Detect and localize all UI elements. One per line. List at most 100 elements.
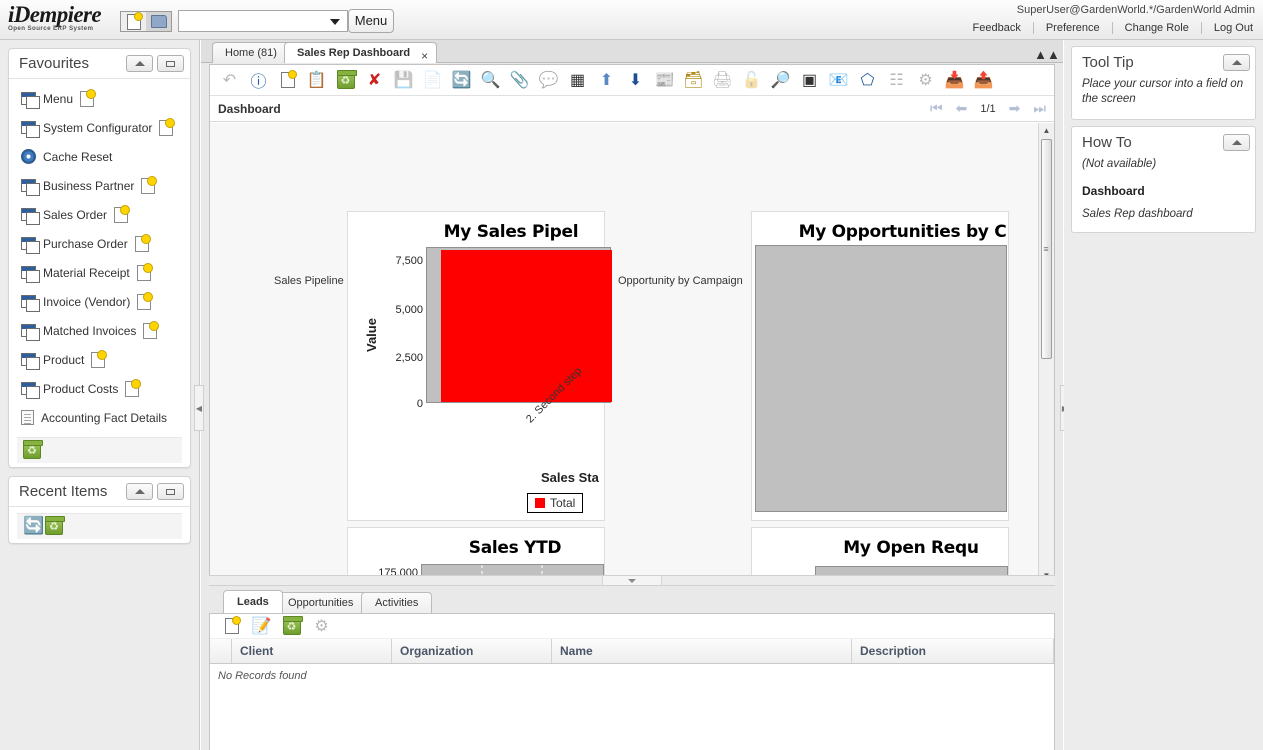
sales-pipeline-side-note: Sales Pipeline (274, 275, 344, 287)
vertical-scroll-thumb[interactable]: ≡ (1041, 139, 1052, 359)
change-role-link[interactable]: Change Role (1113, 22, 1202, 34)
print-icon[interactable]: 🖨 (709, 67, 736, 94)
sidebar-item-invoice-vendor[interactable]: Invoice (Vendor) (9, 287, 190, 316)
chart-my-opportunities-by-campaign[interactable]: My Opportunities by C (751, 211, 1009, 521)
folder-toggle[interactable] (146, 12, 171, 31)
refresh-icon[interactable]: 🔄 (448, 67, 475, 94)
sidebar-item-system-configurator[interactable]: System Configurator (9, 113, 190, 142)
sidebar-item-business-partner[interactable]: Business Partner (9, 171, 190, 200)
dashboard-body: Sales Pipeline My Sales Pipel Value 7,50… (210, 123, 1054, 583)
note-icon (141, 178, 155, 194)
last-page-icon[interactable]: ⏭ (1033, 100, 1046, 117)
process-icon[interactable]: ▣ (796, 67, 823, 94)
user-info-label: SuperUser@GardenWorld.*/GardenWorld Admi… (1017, 4, 1255, 16)
find-icon[interactable]: 🔍 (477, 67, 504, 94)
howto-body: (Not available) Dashboard Sales Rep dash… (1072, 157, 1255, 232)
x-axis-label: Sales Sta (541, 470, 599, 485)
window-icon (21, 324, 36, 337)
chat-icon[interactable]: 💬 (535, 67, 562, 94)
favourites-collapse-button[interactable] (126, 55, 153, 72)
tooltip-collapse-button[interactable] (1223, 54, 1250, 71)
preference-gear-icon[interactable]: ⚙ (912, 67, 939, 94)
column-organization[interactable]: Organization (392, 639, 552, 663)
product-info-icon[interactable]: ⬠ (854, 67, 881, 94)
chart-my-sales-pipeline[interactable]: My Sales Pipel Value 7,500 5,000 2,500 0… (347, 211, 605, 521)
left-panel-collapse-handle[interactable]: ◀ (194, 385, 204, 431)
import-icon[interactable]: 📤 (970, 67, 997, 94)
recent-maximize-button[interactable] (157, 483, 184, 500)
splitter-handle[interactable] (602, 576, 662, 585)
legend-label: Total (550, 496, 575, 510)
trash-icon (45, 518, 63, 535)
attachment-icon[interactable]: 📎 (506, 67, 533, 94)
note-icon (159, 120, 173, 136)
sidebar-item-accounting-fact-details[interactable]: Accounting Fact Details (9, 403, 190, 432)
note-icon (91, 352, 105, 368)
save-create-icon[interactable]: 📄 (419, 67, 446, 94)
delete-selection-icon[interactable]: ✘ (361, 67, 388, 94)
first-page-icon[interactable]: ⏮ (930, 100, 943, 117)
export-icon[interactable]: 📥 (941, 67, 968, 94)
recent-items-list[interactable]: 🔄 (17, 513, 182, 539)
header-links: Feedback Preference Change Role Log Out (961, 22, 1255, 34)
previous-page-icon[interactable]: ⬅ (956, 100, 968, 117)
scroll-up-icon[interactable]: ▲ (1039, 123, 1054, 138)
request-icon[interactable]: 📧 (825, 67, 852, 94)
tab-leads[interactable]: Leads (223, 590, 283, 613)
save-icon[interactable]: 💾 (390, 67, 417, 94)
panel-splitter[interactable] (209, 575, 1055, 586)
archive-icon[interactable]: 🗃 (680, 67, 707, 94)
tab-sales-rep-dashboard[interactable]: Sales Rep Dashboard × (284, 42, 437, 63)
howto-collapse-button[interactable] (1223, 134, 1250, 151)
sidebar-item-purchase-order[interactable]: Purchase Order (9, 229, 190, 258)
zoom-across-icon[interactable]: 🔎 (767, 67, 794, 94)
new-lead-icon[interactable] (218, 613, 245, 640)
next-page-icon[interactable]: ➡ (1009, 100, 1021, 117)
column-description[interactable]: Description (852, 639, 1054, 663)
sidebar-item-matched-invoices[interactable]: Matched Invoices (9, 316, 190, 345)
header-icon-group[interactable] (120, 11, 172, 32)
sidebar-item-cache-reset[interactable]: Cache Reset (9, 142, 190, 171)
delete-lead-icon[interactable] (278, 613, 305, 640)
window-icon (21, 121, 36, 134)
tab-home[interactable]: Home (81) (212, 42, 290, 63)
detail-record-icon[interactable]: ⬇ (622, 67, 649, 94)
new-record-toggle[interactable] (121, 12, 146, 31)
parent-record-icon[interactable]: ⬆ (593, 67, 620, 94)
settings-gear-icon[interactable]: ⚙ (308, 613, 335, 640)
help-icon[interactable]: ⓘ (245, 67, 272, 94)
column-name[interactable]: Name (552, 639, 852, 663)
sidebar-item-product[interactable]: Product (9, 345, 190, 374)
sidebar-item-label: System Configurator (43, 121, 152, 135)
tab-opportunities[interactable]: Opportunities (274, 592, 367, 613)
collapse-all-button[interactable]: ▲▲ (1035, 44, 1059, 64)
undo-icon[interactable]: ↶ (216, 67, 243, 94)
close-icon[interactable]: × (421, 46, 428, 66)
lock-icon[interactable]: 🔓 (738, 67, 765, 94)
grid-toggle-icon[interactable]: ▦ (564, 67, 591, 94)
window-square-icon (166, 61, 175, 67)
sidebar-item-sales-order[interactable]: Sales Order (9, 200, 190, 229)
column-client[interactable]: Client (232, 639, 392, 663)
menu-button[interactable]: Menu (348, 9, 394, 33)
edit-lead-icon[interactable]: 📝 (248, 613, 275, 640)
report-icon[interactable]: 📰 (651, 67, 678, 94)
delete-record-icon[interactable] (332, 67, 359, 94)
workflow-icon[interactable]: ☷ (883, 67, 910, 94)
recent-collapse-button[interactable] (126, 483, 153, 500)
global-search-input[interactable] (178, 10, 348, 32)
favourites-trash-dropzone[interactable] (17, 437, 182, 463)
tab-activities[interactable]: Activities (361, 592, 432, 613)
preference-link[interactable]: Preference (1034, 22, 1113, 34)
sidebar-item-menu[interactable]: Menu (9, 84, 190, 113)
copy-record-icon[interactable]: 📋 (303, 67, 330, 94)
new-record-icon[interactable] (274, 67, 301, 94)
sidebar-item-product-costs[interactable]: Product Costs (9, 374, 190, 403)
window-icon (21, 295, 36, 308)
feedback-link[interactable]: Feedback (961, 22, 1034, 34)
recent-items-header: Recent Items (9, 477, 190, 507)
sidebar-item-material-receipt[interactable]: Material Receipt (9, 258, 190, 287)
log-out-link[interactable]: Log Out (1202, 22, 1255, 34)
dashboard-vertical-scrollbar[interactable]: ▲ ≡ ▼ (1038, 123, 1054, 583)
favourites-maximize-button[interactable] (157, 55, 184, 72)
